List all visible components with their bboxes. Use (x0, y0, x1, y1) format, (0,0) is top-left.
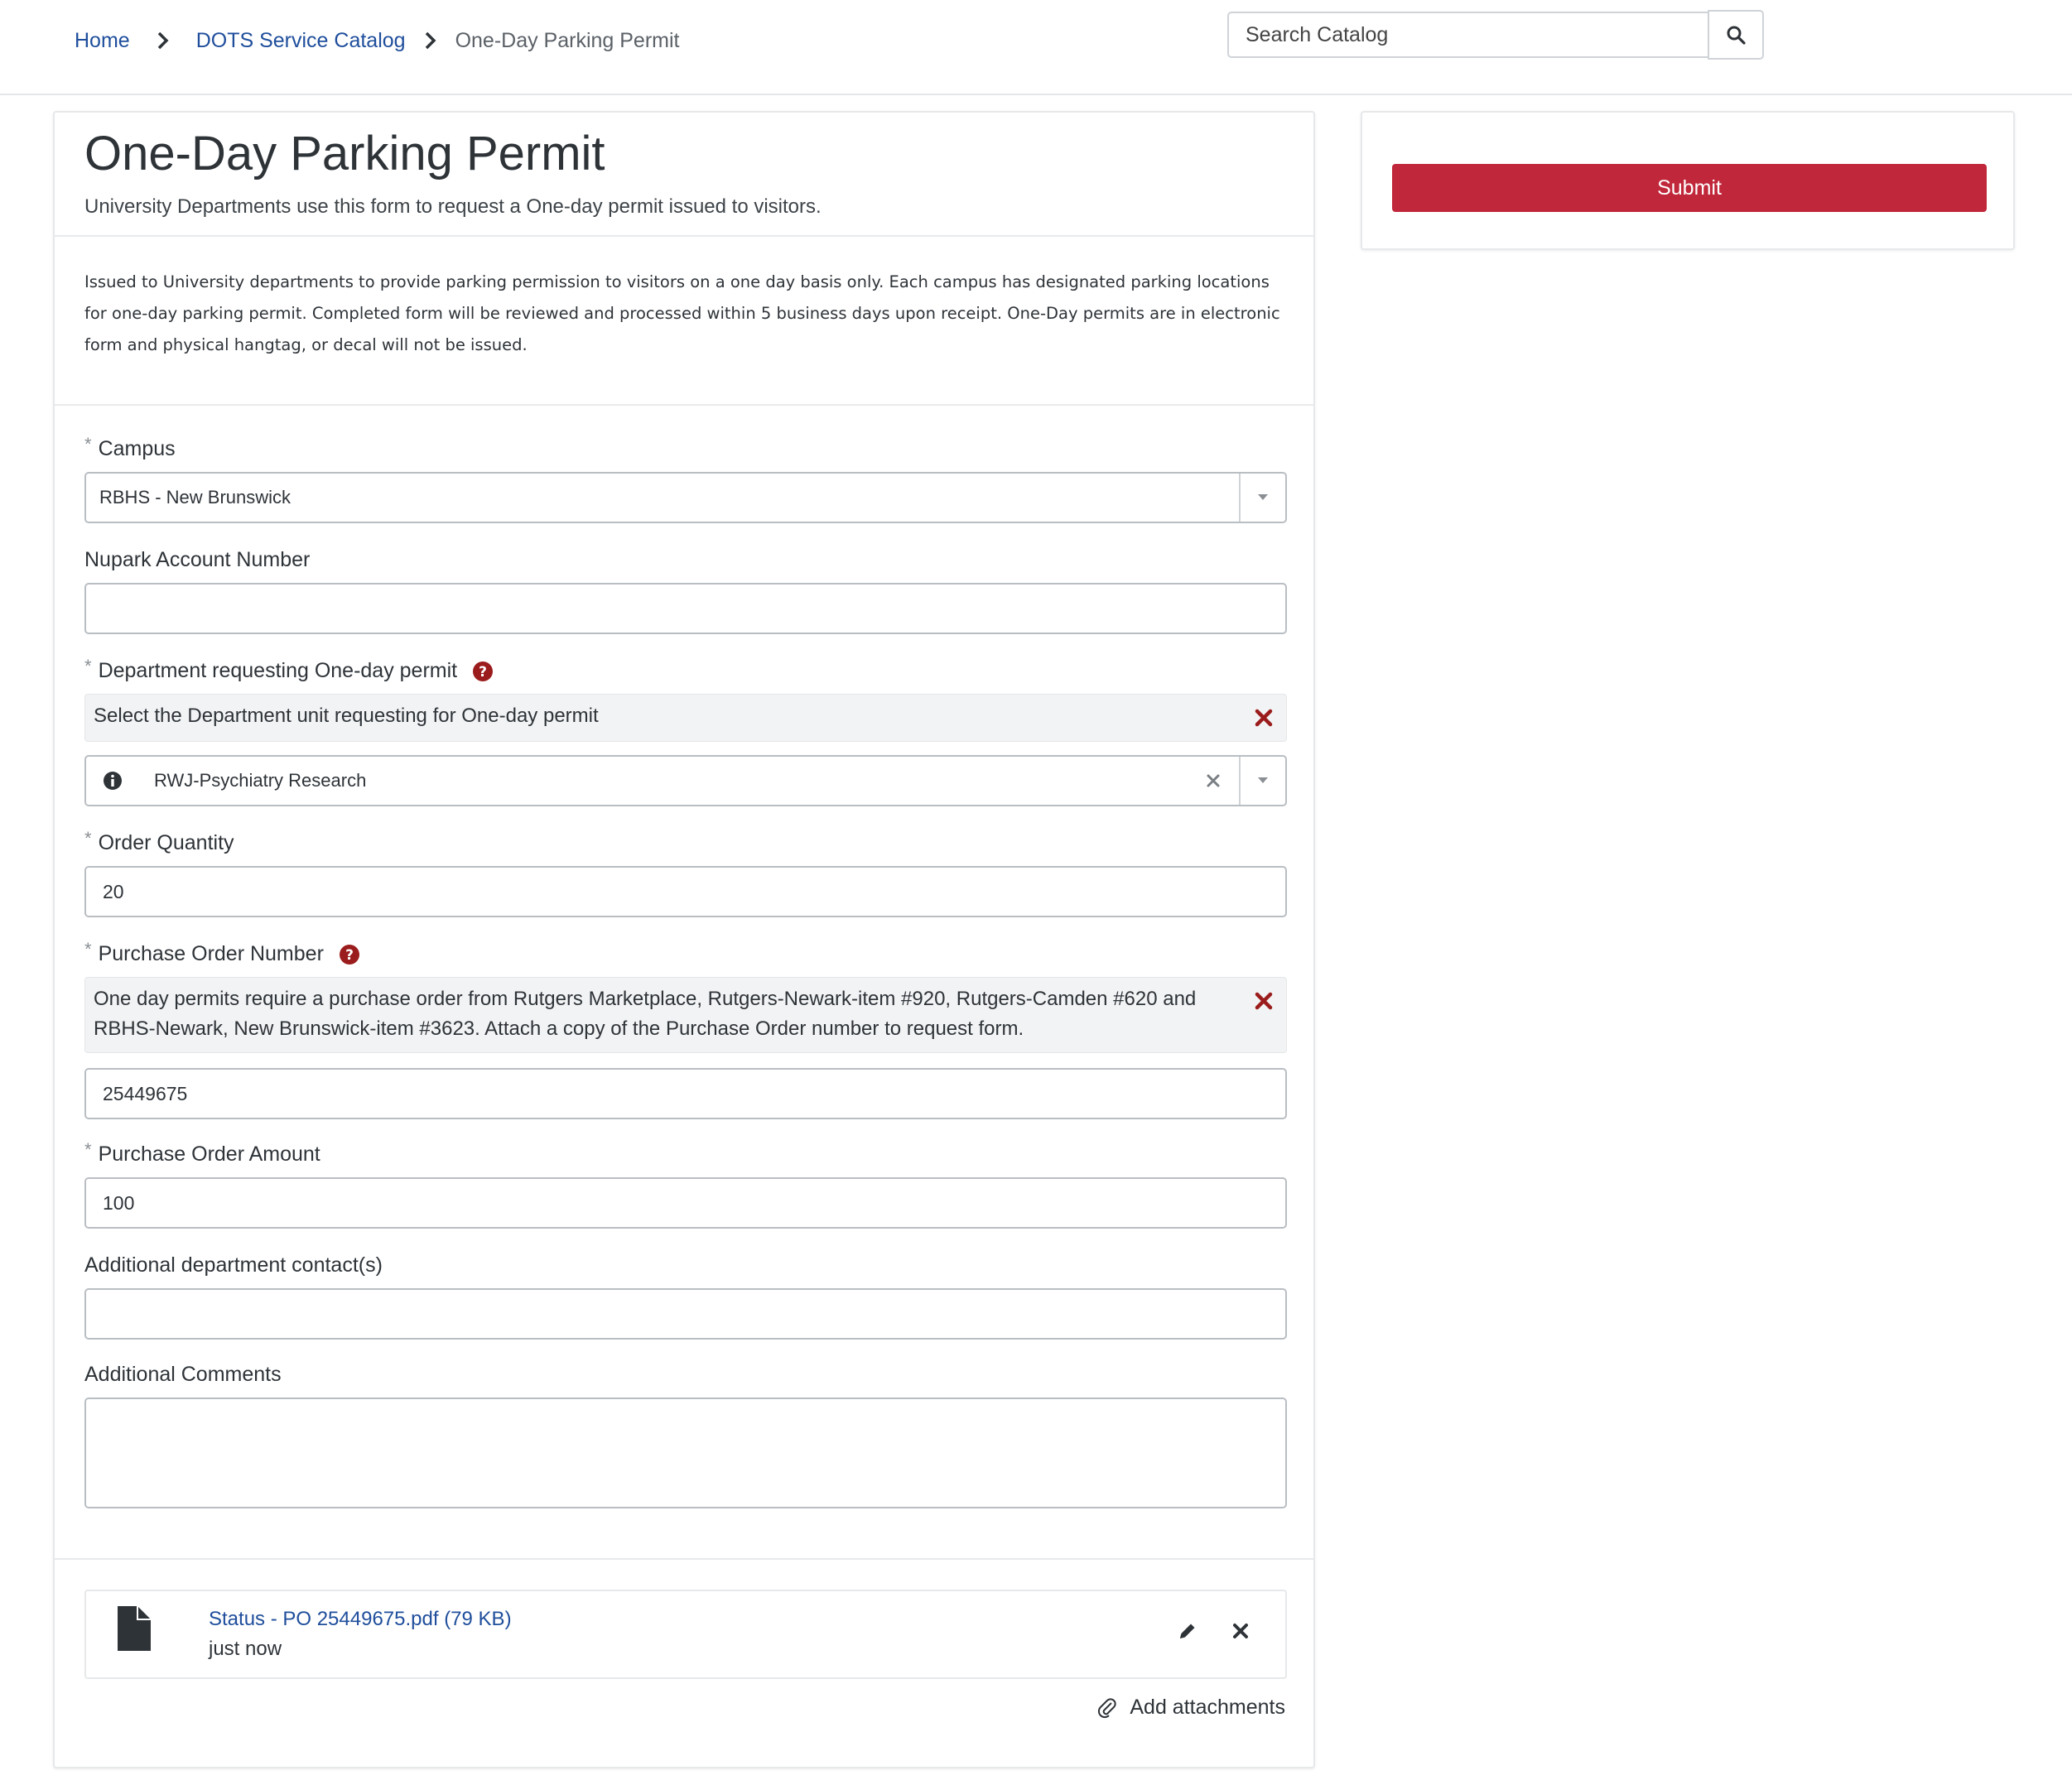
po-number-help-notice: One day permits require a purchase order… (84, 977, 1287, 1053)
divider (55, 235, 1313, 237)
campus-label: * Campus (84, 433, 176, 461)
nupark-label: Nupark Account Number (84, 548, 310, 572)
required-mark: * (84, 827, 92, 849)
po-amount-field[interactable] (84, 1177, 1287, 1229)
contacts-field[interactable] (84, 1288, 1287, 1340)
department-select[interactable]: RWJ-Psychiatry Research (84, 755, 1287, 806)
nupark-account-field[interactable] (84, 583, 1287, 634)
campus-select[interactable]: RBHS - New Brunswick (84, 472, 1287, 523)
po-amount-label: * Purchase Order Amount (84, 1139, 320, 1167)
attachment-item: Status - PO 25449675.pdf (79 KB) just no… (84, 1590, 1287, 1679)
required-mark: * (84, 938, 92, 960)
breadcrumb: Home DOTS Service Catalog One-Day Parkin… (75, 28, 680, 53)
file-icon (118, 1606, 151, 1651)
clear-selection-icon[interactable] (1206, 773, 1221, 788)
required-mark: * (84, 655, 92, 676)
department-selected-value: RWJ-Psychiatry Research (154, 770, 367, 791)
svg-text:?: ? (479, 664, 487, 681)
search-icon (1727, 26, 1746, 45)
divider (55, 404, 1313, 406)
department-help-notice: Select the Department unit requesting fo… (84, 694, 1287, 742)
close-icon[interactable] (1255, 706, 1273, 727)
nupark-account-input[interactable] (86, 585, 1285, 633)
comments-textarea[interactable] (86, 1399, 1285, 1507)
nupark-label-text: Nupark Account Number (84, 548, 311, 571)
order-quantity-input[interactable] (86, 868, 1285, 916)
add-attachments-label: Add attachments (1130, 1696, 1285, 1719)
remove-attachment-icon[interactable] (1232, 1623, 1249, 1639)
form-card: One-Day Parking Permit University Depart… (53, 111, 1315, 1768)
department-label: * Department requesting One-day permit ? (84, 655, 494, 683)
breadcrumb-catalog-link[interactable]: DOTS Service Catalog (196, 29, 406, 53)
department-dropdown-toggle[interactable] (1239, 757, 1285, 805)
chevron-right-icon (130, 28, 196, 53)
paperclip-icon (1098, 1697, 1117, 1718)
order-quantity-field[interactable] (84, 866, 1287, 917)
submit-button[interactable]: Submit (1392, 164, 1987, 212)
intro-text: Issued to University departments to prov… (84, 272, 1280, 354)
page-subtitle: University Departments use this form to … (84, 195, 822, 218)
required-mark: * (84, 1138, 92, 1160)
campus-selected-value: RBHS - New Brunswick (99, 487, 292, 508)
comments-label-text: Additional Comments (84, 1363, 282, 1386)
contacts-input[interactable] (86, 1290, 1285, 1338)
catalog-search (1227, 10, 1764, 61)
pencil-icon[interactable] (1178, 1621, 1197, 1641)
page-title: One-Day Parking Permit (84, 127, 605, 180)
campus-label-text: Campus (98, 437, 176, 460)
breadcrumb-current: One-Day Parking Permit (455, 28, 680, 52)
add-attachments-button[interactable]: Add attachments (1096, 1696, 1285, 1720)
po-number-field[interactable] (84, 1068, 1287, 1119)
info-icon (103, 771, 123, 791)
attachment-link[interactable]: Status - PO 25449675.pdf (79 KB) (209, 1608, 512, 1631)
header-bar: Home DOTS Service Catalog One-Day Parkin… (0, 0, 2072, 95)
po-number-input[interactable] (86, 1070, 1285, 1118)
po-amount-input[interactable] (86, 1179, 1285, 1227)
svg-text:?: ? (345, 947, 354, 964)
divider (55, 1558, 1313, 1560)
contacts-label: Additional department contact(s) (84, 1253, 383, 1277)
department-help-text: Select the Department unit requesting fo… (94, 705, 599, 727)
help-icon[interactable]: ? (339, 944, 360, 965)
chevron-right-icon (406, 28, 455, 53)
po-number-help-text: One day permits require a purchase order… (94, 988, 1197, 1040)
comments-label: Additional Comments (84, 1363, 282, 1387)
campus-dropdown-toggle[interactable] (1239, 474, 1285, 522)
contacts-label-text: Additional department contact(s) (84, 1253, 383, 1277)
order-quantity-label: * Order Quantity (84, 827, 234, 855)
breadcrumb-home-link[interactable]: Home (75, 29, 130, 53)
close-icon[interactable] (1255, 989, 1273, 1010)
po-number-label-text: Purchase Order Number (98, 942, 324, 965)
po-number-label: * Purchase Order Number ? (84, 938, 360, 966)
search-button[interactable] (1708, 10, 1764, 60)
attachment-time: just now (209, 1638, 282, 1660)
po-amount-label-text: Purchase Order Amount (98, 1143, 320, 1166)
help-icon[interactable]: ? (472, 661, 494, 682)
order-quantity-label-text: Order Quantity (98, 831, 234, 854)
comments-field[interactable] (84, 1398, 1287, 1508)
required-mark: * (84, 433, 92, 455)
department-label-text: Department requesting One-day permit (98, 659, 458, 682)
actions-card: Submit (1361, 111, 2015, 250)
caret-down-icon (1258, 494, 1268, 500)
search-input[interactable] (1227, 12, 1708, 58)
caret-down-icon (1258, 777, 1268, 783)
